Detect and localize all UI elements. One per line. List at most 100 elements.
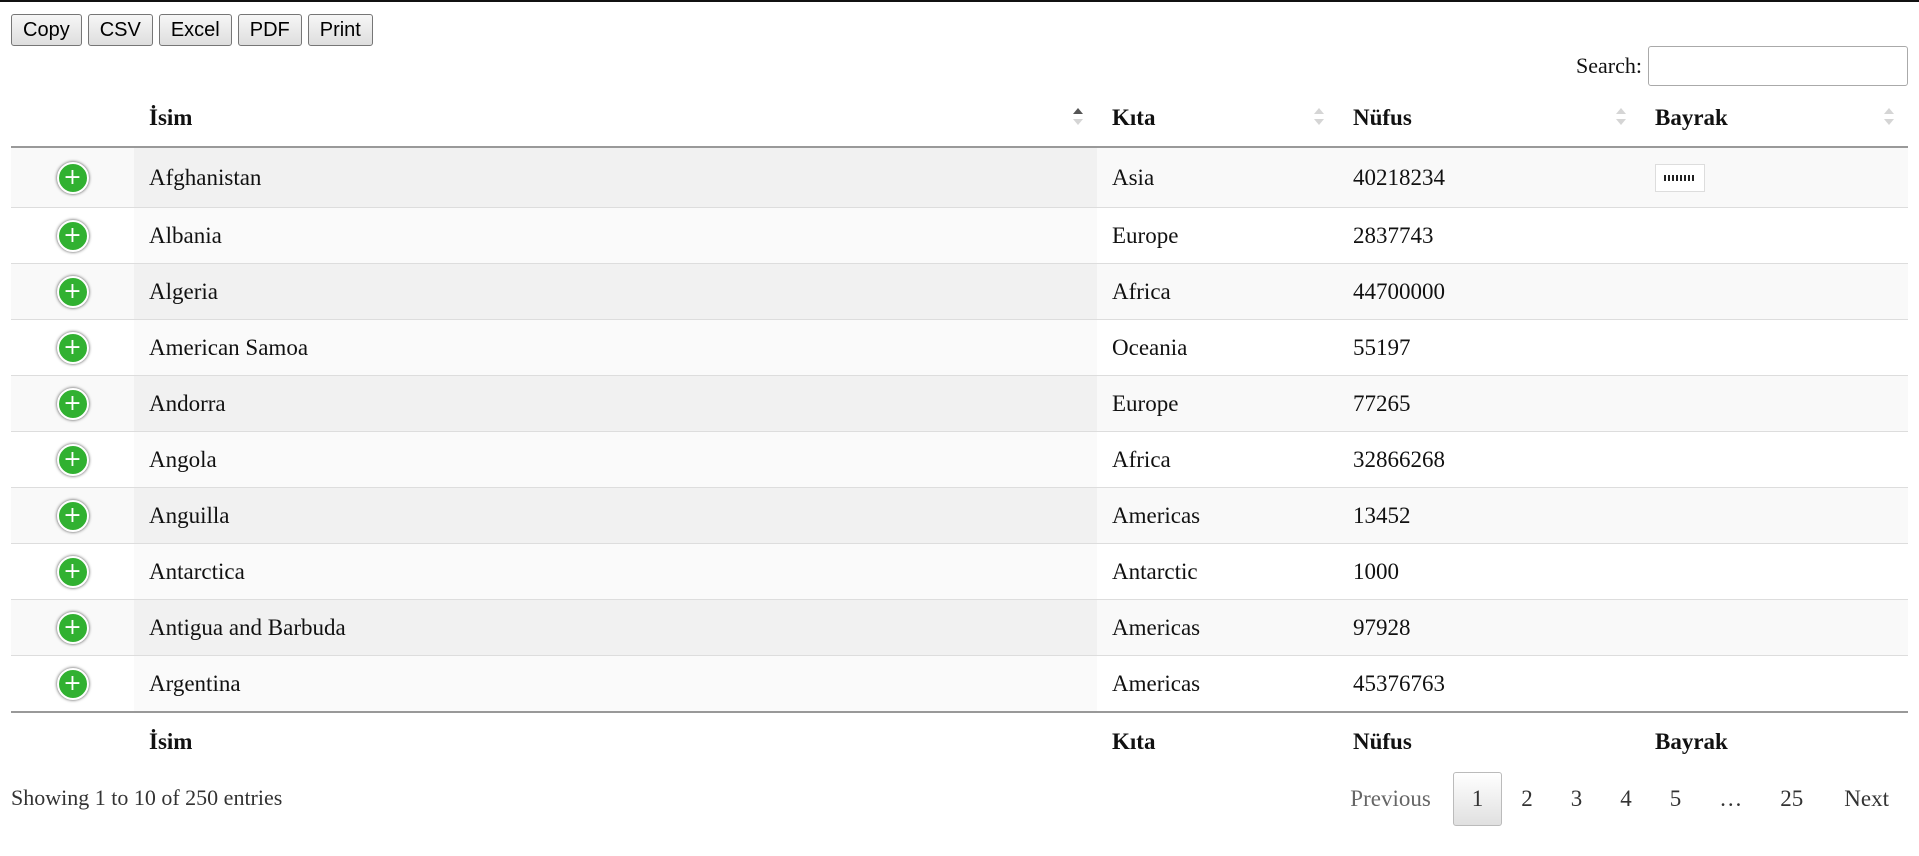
expand-cell: + [11,487,134,544]
cell-continent: Asia [1097,147,1338,208]
sort-asc-icon [1073,108,1083,130]
table-row: + Antigua and Barbuda Americas 97928 [11,599,1908,656]
expand-cell: + [11,431,134,488]
page-button[interactable]: 2 [1502,772,1552,826]
cell-population: 97928 [1338,599,1640,656]
expand-plus-icon[interactable]: + [56,219,89,252]
print-button[interactable]: Print [307,14,373,46]
header-population[interactable]: Nüfus [1338,90,1640,148]
footer-row: İsim Kıta Nüfus Bayrak [11,711,1908,771]
expand-plus-icon[interactable]: + [56,499,89,532]
pdf-button[interactable]: PDF [237,14,302,46]
pagination: Previous 1 2 3 4 5 … 25 Next [1331,772,1908,826]
next-button[interactable]: Next [1822,772,1908,826]
cell-continent: Europe [1097,375,1338,432]
footer-continent: Kıta [1097,711,1338,771]
page-button[interactable]: 3 [1552,772,1602,826]
footer-flag: Bayrak [1640,711,1908,771]
expand-plus-icon[interactable]: + [56,275,89,308]
expand-plus-icon[interactable]: + [56,161,89,194]
afghanistan-flag-icon [1655,163,1705,192]
csv-button[interactable]: CSV [87,14,153,46]
cell-continent: Oceania [1097,319,1338,376]
cell-name: Angola [134,431,1097,488]
sort-icon [1314,108,1324,130]
footer-control [11,711,134,771]
table-row: + Algeria Africa 44700000 [11,263,1908,320]
expand-cell: + [11,655,134,712]
cell-continent: Africa [1097,263,1338,320]
cell-flag [1640,543,1908,600]
cell-flag [1640,487,1908,544]
cell-flag [1640,207,1908,264]
cell-population: 55197 [1338,319,1640,376]
cell-flag [1640,599,1908,656]
export-toolbar: Copy CSV Excel PDF Print [11,14,373,46]
cell-name: Albania [134,207,1097,264]
cell-name: Andorra [134,375,1097,432]
expand-cell: + [11,319,134,376]
table-body: + Afghanistan Asia 40218234 + Albania Europe 28… [11,147,1908,712]
header-flag-label: Bayrak [1655,105,1728,130]
excel-button[interactable]: Excel [158,14,232,46]
expand-plus-icon[interactable]: + [56,331,89,364]
cell-name: Argentina [134,655,1097,712]
header-name-label: İsim [149,105,193,130]
cell-flag [1640,431,1908,488]
cell-name: Algeria [134,263,1097,320]
table-row: + Albania Europe 2837743 [11,207,1908,264]
cell-continent: Americas [1097,599,1338,656]
cell-flag [1640,319,1908,376]
table-row: + Andorra Europe 77265 [11,375,1908,432]
expand-plus-icon[interactable]: + [56,667,89,700]
page-button[interactable]: 5 [1651,772,1701,826]
expand-plus-icon[interactable]: + [56,555,89,588]
sort-icon [1884,108,1894,130]
entries-info: Showing 1 to 10 of 250 entries [11,785,283,810]
header-population-label: Nüfus [1353,105,1412,130]
countries-table: İsim Kıta Nüfus Bayrak + Afghanistan Asia 4… [11,90,1908,771]
cell-population: 40218234 [1338,147,1640,208]
footer-population: Nüfus [1338,711,1640,771]
page-button[interactable]: 4 [1601,772,1651,826]
pagination-ellipsis: … [1719,786,1743,811]
expand-cell: + [11,207,134,264]
header-control [11,90,134,148]
previous-button[interactable]: Previous [1331,772,1453,826]
cell-name: Antarctica [134,543,1097,600]
sort-icon [1616,108,1626,130]
header-flag[interactable]: Bayrak [1640,90,1908,148]
cell-flag [1640,147,1908,208]
header-continent[interactable]: Kıta [1097,90,1338,148]
footer-name: İsim [134,711,1097,771]
cell-continent: Europe [1097,207,1338,264]
search-box: Search: [1576,46,1908,86]
cell-population: 1000 [1338,543,1640,600]
cell-population: 77265 [1338,375,1640,432]
expand-cell: + [11,543,134,600]
cell-flag [1640,263,1908,320]
header-continent-label: Kıta [1112,105,1156,130]
expand-plus-icon[interactable]: + [56,387,89,420]
expand-plus-icon[interactable]: + [56,611,89,644]
header-row: İsim Kıta Nüfus Bayrak [11,90,1908,148]
page-button[interactable]: 1 [1452,772,1503,826]
table-row: + Angola Africa 32866268 [11,431,1908,488]
cell-name: Antigua and Barbuda [134,599,1097,656]
cell-name: American Samoa [134,319,1097,376]
cell-name: Afghanistan [134,147,1097,208]
cell-flag [1640,375,1908,432]
cell-continent: Africa [1097,431,1338,488]
copy-button[interactable]: Copy [11,14,82,46]
expand-cell: + [11,599,134,656]
cell-continent: Americas [1097,487,1338,544]
cell-population: 13452 [1338,487,1640,544]
header-name[interactable]: İsim [134,90,1097,148]
table-row: + American Samoa Oceania 55197 [11,319,1908,376]
page-button[interactable]: 25 [1761,772,1822,826]
cell-continent: Americas [1097,655,1338,712]
search-input[interactable] [1648,46,1908,86]
cell-population: 2837743 [1338,207,1640,264]
expand-plus-icon[interactable]: + [56,443,89,476]
expand-cell: + [11,263,134,320]
